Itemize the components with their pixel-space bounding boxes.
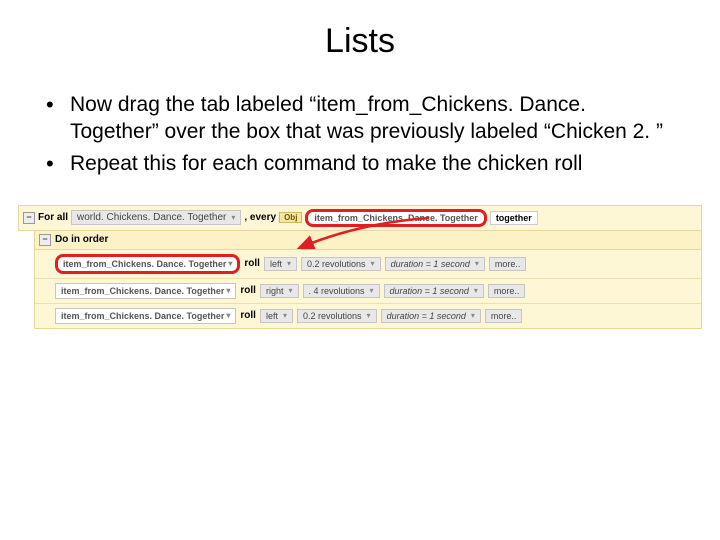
dropdown-icon: ▾ xyxy=(370,286,374,295)
amount-tile[interactable]: 0.2 revolutions ▾ xyxy=(297,309,377,323)
target-label: item_from_Chickens. Dance. Together xyxy=(63,259,226,269)
direction-label: left xyxy=(266,311,278,321)
dropdown-icon: ▾ xyxy=(475,259,479,268)
direction-tile[interactable]: left ▾ xyxy=(264,257,297,271)
target-label: item_from_Chickens. Dance. Together xyxy=(61,311,224,321)
duration-label: duration = 1 second xyxy=(387,311,466,321)
obj-badge: Obj xyxy=(279,212,302,223)
dropdown-icon: ▾ xyxy=(288,286,292,295)
duration-label: duration = 1 second xyxy=(391,259,470,269)
dropdown-icon: ▾ xyxy=(287,259,291,268)
amount-tile[interactable]: 0.2 revolutions ▾ xyxy=(301,257,381,271)
dropdown-icon: ▾ xyxy=(474,286,478,295)
duration-tile[interactable]: duration = 1 second ▾ xyxy=(381,309,481,323)
bullet-list: Now drag the tab labeled “item_from_Chic… xyxy=(0,91,720,177)
command-row[interactable]: item_from_Chickens. Dance. Together ▾ ro… xyxy=(35,250,701,279)
target-tile[interactable]: item_from_Chickens. Dance. Together ▾ xyxy=(55,308,236,324)
item-variable-label: item_from_Chickens. Dance. Together xyxy=(314,213,477,223)
together-tile[interactable]: together xyxy=(490,211,538,225)
do-in-order-row[interactable]: − Do in order xyxy=(35,231,701,250)
command-row[interactable]: item_from_Chickens. Dance. Together ▾ ro… xyxy=(35,279,701,304)
dropdown-icon: ▾ xyxy=(226,286,230,295)
direction-label: right xyxy=(266,286,284,296)
dropdown-icon: ▾ xyxy=(283,311,287,320)
bullet-item: Now drag the tab labeled “item_from_Chic… xyxy=(70,91,680,146)
bullet-item: Repeat this for each command to make the… xyxy=(70,150,680,177)
dropdown-icon: ▾ xyxy=(231,213,235,222)
duration-label: duration = 1 second xyxy=(390,286,469,296)
target-label: item_from_Chickens. Dance. Together xyxy=(61,286,224,296)
more-tile[interactable]: more.. xyxy=(488,284,526,298)
target-tile[interactable]: item_from_Chickens. Dance. Together ▾ xyxy=(55,254,240,274)
amount-label: 0.2 revolutions xyxy=(303,311,362,321)
every-keyword: , every xyxy=(244,212,276,223)
more-tile[interactable]: more.. xyxy=(485,309,523,323)
do-in-order-keyword: Do in order xyxy=(55,234,108,245)
command-row[interactable]: item_from_Chickens. Dance. Together ▾ ro… xyxy=(35,304,701,328)
amount-label: . 4 revolutions xyxy=(309,286,365,296)
action-keyword: roll xyxy=(240,310,256,321)
list-param-label: world. Chickens. Dance. Together xyxy=(77,212,226,223)
dropdown-icon: ▾ xyxy=(367,311,371,320)
do-in-order-block: − Do in order item_from_Chickens. Dance.… xyxy=(34,231,702,329)
alice-code-region: − For all world. Chickens. Dance. Togeth… xyxy=(18,205,702,329)
amount-label: 0.2 revolutions xyxy=(307,259,366,269)
direction-tile[interactable]: left ▾ xyxy=(260,309,293,323)
dropdown-icon: ▾ xyxy=(471,311,475,320)
forall-row[interactable]: − For all world. Chickens. Dance. Togeth… xyxy=(18,205,702,231)
dropdown-icon: ▾ xyxy=(371,259,375,268)
collapse-icon[interactable]: − xyxy=(39,234,51,246)
action-keyword: roll xyxy=(244,258,260,269)
direction-tile[interactable]: right ▾ xyxy=(260,284,299,298)
more-tile[interactable]: more.. xyxy=(489,257,527,271)
dropdown-icon: ▾ xyxy=(228,259,232,268)
duration-tile[interactable]: duration = 1 second ▾ xyxy=(384,284,484,298)
action-keyword: roll xyxy=(240,285,256,296)
dropdown-icon: ▾ xyxy=(226,311,230,320)
amount-tile[interactable]: . 4 revolutions ▾ xyxy=(303,284,380,298)
list-param-tile[interactable]: world. Chickens. Dance. Together ▾ xyxy=(71,210,241,225)
slide-title: Lists xyxy=(0,0,720,91)
collapse-icon[interactable]: − xyxy=(23,212,35,224)
direction-label: left xyxy=(270,259,282,269)
item-variable-tile[interactable]: item_from_Chickens. Dance. Together xyxy=(305,209,486,227)
forall-keyword: For all xyxy=(38,212,68,223)
duration-tile[interactable]: duration = 1 second ▾ xyxy=(385,257,485,271)
target-tile[interactable]: item_from_Chickens. Dance. Together ▾ xyxy=(55,283,236,299)
